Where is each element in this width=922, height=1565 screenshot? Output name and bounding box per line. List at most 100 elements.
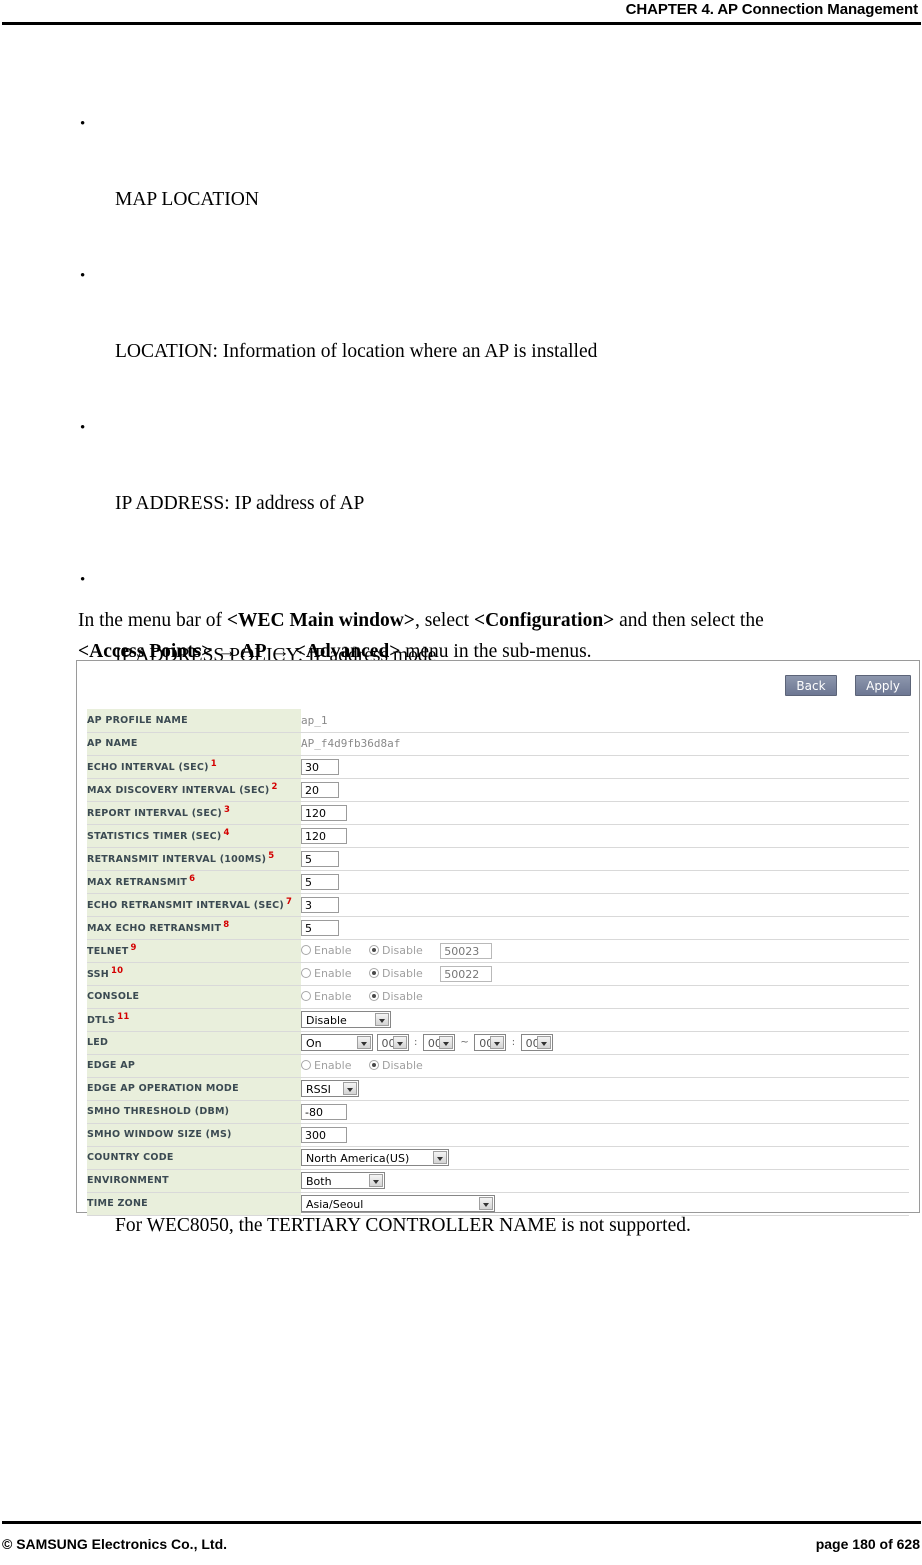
country-code-select[interactable]: North America(US) <box>301 1149 449 1166</box>
copyright-text: © SAMSUNG Electronics Co., Ltd. <box>2 1536 228 1552</box>
edge-ap-operation-mode-select[interactable]: RSSI <box>301 1080 359 1097</box>
row-label-max-echo-retransmit: MAX ECHO RETRANSMIT 8 <box>87 916 301 940</box>
table-row: CONSOLE Enable Disable <box>87 985 909 1009</box>
label-text: LED <box>87 1037 109 1048</box>
led-start-hour-select[interactable]: 00 <box>376 1034 409 1051</box>
paragraph-menu-path: In the menu bar of <WEC Main window>, se… <box>78 605 908 636</box>
telnet-port-input[interactable]: 50023 <box>440 942 493 959</box>
footnote-marker: 11 <box>117 1012 130 1023</box>
row-label-retransmit-interval: RETRANSMIT INTERVAL (100MS) 5 <box>87 847 301 871</box>
table-row: LED On 00 : 00 ~ 00 : 00 <box>87 1031 909 1055</box>
telnet-disable-radio[interactable]: Disable <box>368 944 423 957</box>
label-text: SMHO THRESHOLD (DBM) <box>87 1106 230 1117</box>
dtls-select-value: Disable <box>306 1014 347 1027</box>
p1-bold2: <Configuration> <box>473 610 615 631</box>
label-text: STATISTICS TIMER (SEC) <box>87 831 222 843</box>
telnet-enable-radio[interactable]: Enable <box>301 944 351 957</box>
row-value-echo-retransmit-interval: 3 <box>301 893 909 917</box>
row-value-led: On 00 : 00 ~ 00 : 00 <box>301 1031 909 1055</box>
row-value-time-zone: Asia/Seoul <box>301 1192 909 1216</box>
time-zone-value: Asia/Seoul <box>306 1198 364 1211</box>
p1-part1: In the menu bar of <box>78 610 227 631</box>
chevron-down-icon <box>490 1036 505 1049</box>
row-value-console: Enable Disable <box>301 985 909 1009</box>
ap-name-value: AP_f4d9fb36d8af <box>301 737 401 750</box>
ap-settings-table: AP PROFILE NAME ap_1 AP NAME AP_f4d9fb36… <box>87 709 909 1216</box>
chapter-title: CHAPTER 4. AP Connection Management <box>625 1 918 18</box>
radio-label: Disable <box>381 990 423 1004</box>
smho-window-size-input[interactable]: 300 <box>301 1126 347 1143</box>
list-item-text: LOCATION: Information of location where … <box>115 341 598 362</box>
row-label-edge-ap: EDGE AP <box>87 1054 301 1078</box>
max-retransmit-input[interactable]: 5 <box>301 873 339 890</box>
page-number: page 180 of 628 <box>815 1536 920 1552</box>
console-disable-radio[interactable]: Disable <box>368 990 423 1004</box>
edge-ap-enable-radio[interactable]: Enable <box>301 1059 351 1072</box>
smho-threshold-input[interactable]: -80 <box>301 1103 347 1120</box>
ap-settings-table-body: AP PROFILE NAME ap_1 AP NAME AP_f4d9fb36… <box>87 709 909 1216</box>
row-value-ap-profile-name: ap_1 <box>301 709 909 733</box>
report-interval-input[interactable]: 120 <box>301 804 347 821</box>
row-value-edge-ap: Enable Disable <box>301 1054 909 1078</box>
list-item: • IP ADDRESS: IP address of AP <box>0 409 922 561</box>
led-mode-select[interactable]: On <box>301 1034 373 1051</box>
row-label-statistics-timer: STATISTICS TIMER (SEC) 4 <box>87 824 301 848</box>
radio-icon-selected <box>368 991 379 1002</box>
retransmit-interval-input[interactable]: 5 <box>301 850 339 867</box>
echo-interval-input[interactable]: 30 <box>301 758 339 775</box>
max-discovery-interval-input[interactable]: 20 <box>301 781 339 798</box>
dtls-select[interactable]: Disable <box>301 1011 391 1028</box>
led-end-minute-select[interactable]: 00 <box>520 1034 553 1051</box>
label-text: RETRANSMIT INTERVAL (100MS) <box>87 854 267 866</box>
table-row: SSH 10 Enable Disable 50022 <box>87 962 909 986</box>
ssh-disable-radio[interactable]: Disable <box>368 967 423 980</box>
table-row: MAX ECHO RETRANSMIT 8 5 <box>87 916 909 940</box>
row-value-dtls: Disable <box>301 1008 909 1032</box>
footnote-marker: 5 <box>268 851 275 862</box>
row-value-max-echo-retransmit: 5 <box>301 916 909 940</box>
p2-arrow1: → <box>212 641 241 662</box>
row-value-retransmit-interval: 5 <box>301 847 909 871</box>
row-value-smho-window-size: 300 <box>301 1123 909 1147</box>
edge-ap-radio-group: Enable Disable <box>301 1059 437 1072</box>
apply-button[interactable]: Apply <box>855 675 911 696</box>
row-label-country-code: COUNTRY CODE <box>87 1146 301 1170</box>
time-range-separator-tilde: ~ <box>460 1037 469 1048</box>
echo-retransmit-interval-input[interactable]: 3 <box>301 896 339 913</box>
label-text: TIME ZONE <box>87 1198 148 1209</box>
label-text: COUNTRY CODE <box>87 1152 174 1163</box>
row-value-max-discovery-interval: 20 <box>301 778 909 802</box>
row-value-statistics-timer: 120 <box>301 824 909 848</box>
console-enable-radio[interactable]: Enable <box>301 990 351 1003</box>
back-button[interactable]: Back <box>785 675 837 696</box>
ssh-port-input[interactable]: 50022 <box>440 965 493 982</box>
radio-icon <box>301 945 311 955</box>
list-item: • LOCATION: Information of location wher… <box>0 257 922 409</box>
max-echo-retransmit-input[interactable]: 5 <box>301 919 339 936</box>
radio-icon <box>301 991 311 1002</box>
led-end-hour-select[interactable]: 00 <box>474 1034 507 1051</box>
time-zone-select[interactable]: Asia/Seoul <box>301 1195 495 1212</box>
chevron-down-icon <box>433 1151 447 1164</box>
table-row: MAX DISCOVERY INTERVAL (SEC) 2 20 <box>87 778 909 802</box>
chevron-down-icon <box>536 1036 551 1049</box>
table-row: ECHO INTERVAL (SEC) 1 30 <box>87 755 909 779</box>
label-text: SSH <box>87 969 109 981</box>
radio-label: Enable <box>314 967 352 980</box>
p2-bold2: AP <box>240 641 266 662</box>
bullet-icon: • <box>80 268 86 284</box>
environment-select[interactable]: Both <box>301 1172 385 1189</box>
led-start-minute-select[interactable]: 00 <box>422 1034 455 1051</box>
footnote-marker: 6 <box>189 874 196 885</box>
statistics-timer-input[interactable]: 120 <box>301 827 347 844</box>
table-row: STATISTICS TIMER (SEC) 4 120 <box>87 824 909 848</box>
table-row: AP NAME AP_f4d9fb36d8af <box>87 732 909 756</box>
row-label-smho-threshold: SMHO THRESHOLD (DBM) <box>87 1100 301 1124</box>
row-label-smho-window-size: SMHO WINDOW SIZE (MS) <box>87 1123 301 1147</box>
list-item: • MAP LOCATION <box>0 105 922 257</box>
edge-ap-disable-radio[interactable]: Disable <box>368 1059 423 1072</box>
row-label-telnet: TELNET 9 <box>87 939 301 963</box>
bullet-icon: • <box>80 116 86 132</box>
ssh-enable-radio[interactable]: Enable <box>301 967 351 980</box>
chevron-down-icon <box>357 1036 371 1049</box>
